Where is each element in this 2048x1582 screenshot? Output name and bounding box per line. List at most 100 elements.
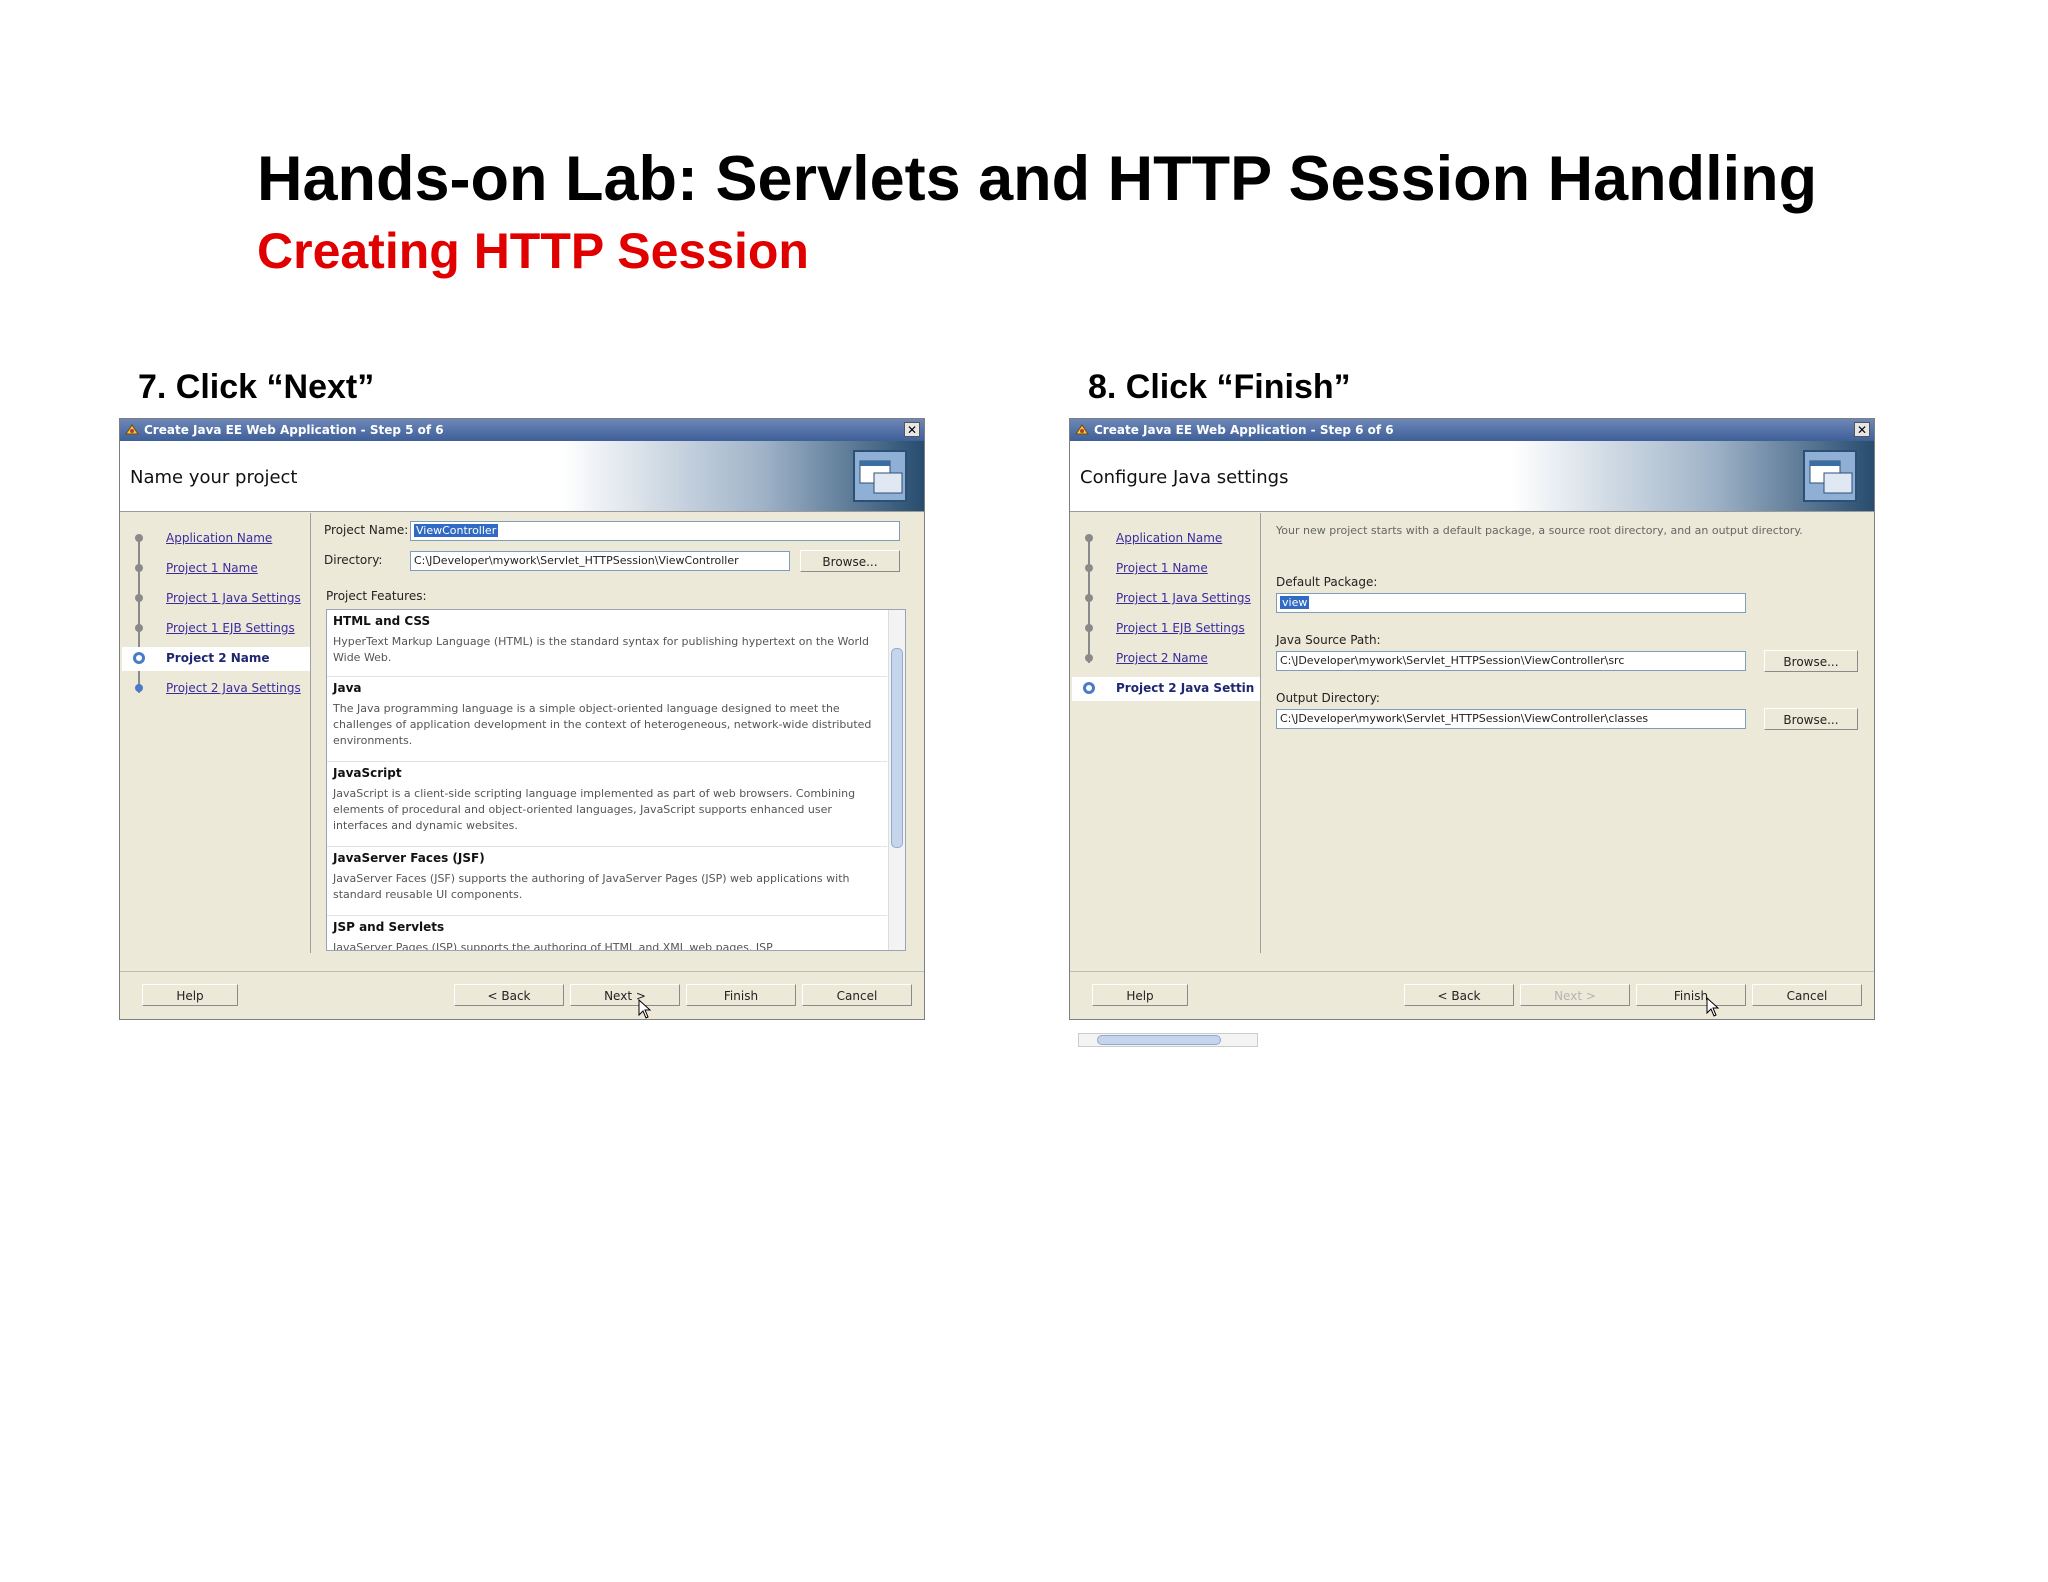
- browse-button[interactable]: Browse...: [800, 550, 900, 572]
- wizard-dialog-step-5: Create Java EE Web Application - Step 5 …: [119, 418, 925, 1020]
- nav-step-project-1-java-settings[interactable]: Project 1 Java Settings: [132, 587, 310, 611]
- nav-step-label: Application Name: [1116, 531, 1223, 545]
- nav-horizontal-scrollbar[interactable]: [1078, 1033, 1258, 1047]
- nav-step-project-1-name[interactable]: Project 1 Name: [132, 557, 310, 581]
- wizard-page-title: Configure Java settings: [1080, 467, 1289, 488]
- nav-step-label: Project 2 Name: [166, 651, 270, 665]
- feature-item-html-css[interactable]: HTML and CSS HyperText Markup Language (…: [327, 610, 887, 677]
- nav-step-label: Project 1 Name: [166, 561, 258, 575]
- feature-description: JavaScript is a client-side scripting la…: [333, 787, 856, 832]
- default-package-input[interactable]: view: [1276, 593, 1746, 613]
- back-button[interactable]: < Back: [454, 984, 564, 1006]
- feature-item-java[interactable]: Java The Java programming language is a …: [327, 677, 887, 762]
- feature-description: JavaServer Faces (JSF) supports the auth…: [333, 872, 850, 901]
- nav-step-project-1-ejb-settings[interactable]: Project 1 EJB Settings: [1082, 617, 1260, 641]
- java-source-path-input[interactable]: C:\JDeveloper\mywork\Servlet_HTTPSession…: [1276, 651, 1746, 671]
- browse-source-button[interactable]: Browse...: [1764, 650, 1858, 672]
- directory-input[interactable]: C:\JDeveloper\mywork\Servlet_HTTPSession…: [410, 551, 790, 571]
- finish-button[interactable]: Finish: [1636, 984, 1746, 1006]
- title-bar[interactable]: Create Java EE Web Application - Step 5 …: [120, 419, 924, 441]
- output-directory-label: Output Directory:: [1276, 691, 1380, 705]
- nav-step-project-2-java-settings[interactable]: Project 2 Java Settin: [1072, 677, 1260, 701]
- next-button[interactable]: Next >: [1520, 984, 1630, 1006]
- output-directory-value: C:\JDeveloper\mywork\Servlet_HTTPSession…: [1280, 712, 1649, 725]
- browse-output-button[interactable]: Browse...: [1764, 708, 1858, 730]
- mouse-cursor-icon: [638, 999, 652, 1019]
- step-done-icon: [1085, 624, 1093, 632]
- step-7-label: 7. Click “Next”: [138, 368, 375, 406]
- step-done-icon: [135, 624, 143, 632]
- default-package-value: view: [1280, 596, 1310, 609]
- wizard-banner-icon: [853, 450, 907, 502]
- scrollbar-thumb[interactable]: [891, 648, 903, 848]
- close-icon: ✕: [1856, 423, 1868, 437]
- next-button[interactable]: Next >: [570, 984, 680, 1006]
- nav-step-project-2-name[interactable]: Project 2 Name: [1082, 647, 1260, 671]
- settings-intro-text: Your new project starts with a default p…: [1276, 524, 1803, 537]
- feature-name: Java: [333, 681, 362, 695]
- wizard-dialog-step-6: Create Java EE Web Application - Step 6 …: [1069, 418, 1875, 1047]
- step-done-icon: [135, 564, 143, 572]
- wizard-header: Configure Java settings: [1070, 441, 1874, 512]
- nav-step-label: Project 1 Name: [1116, 561, 1208, 575]
- nav-step-project-2-java-settings[interactable]: Project 2 Java Settings: [132, 677, 310, 701]
- nav-step-label: Project 2 Java Settings: [166, 681, 301, 695]
- wizard-banner-icon: [1803, 450, 1857, 502]
- cancel-button[interactable]: Cancel: [802, 984, 912, 1006]
- back-button[interactable]: < Back: [1404, 984, 1514, 1006]
- nav-step-project-1-name[interactable]: Project 1 Name: [1082, 557, 1260, 581]
- step-current-icon: [1083, 682, 1095, 694]
- nav-step-label: Project 1 EJB Settings: [166, 621, 295, 635]
- nav-step-application-name[interactable]: Application Name: [1082, 527, 1260, 551]
- finish-button[interactable]: Finish: [686, 984, 796, 1006]
- feature-item-jsp-servlets[interactable]: JSP and Servlets JavaServer Pages (JSP) …: [327, 916, 887, 950]
- nav-step-project-1-ejb-settings[interactable]: Project 1 EJB Settings: [132, 617, 310, 641]
- java-source-path-value: C:\JDeveloper\mywork\Servlet_HTTPSession…: [1280, 654, 1625, 667]
- jdeveloper-icon: [125, 424, 139, 435]
- nav-step-project-2-name[interactable]: Project 2 Name: [122, 647, 310, 671]
- close-button[interactable]: ✕: [904, 422, 920, 437]
- step-done-icon: [1085, 594, 1093, 602]
- step-done-icon: [1085, 534, 1093, 542]
- java-source-path-label: Java Source Path:: [1276, 633, 1381, 647]
- step-done-icon: [135, 534, 143, 542]
- nav-step-label: Project 1 EJB Settings: [1116, 621, 1245, 635]
- directory-label: Directory:: [324, 553, 383, 567]
- wizard-button-bar: Help < Back Next > Finish Cancel: [120, 971, 924, 1020]
- nav-step-application-name[interactable]: Application Name: [132, 527, 310, 551]
- default-package-label: Default Package:: [1276, 575, 1378, 589]
- wizard-header: Name your project: [120, 441, 924, 512]
- title-bar[interactable]: Create Java EE Web Application - Step 6 …: [1070, 419, 1874, 441]
- step-done-icon: [1085, 564, 1093, 572]
- feature-name: HTML and CSS: [333, 614, 431, 628]
- project-name-input[interactable]: ViewController: [410, 521, 900, 541]
- project-name-value: ViewController: [414, 524, 499, 537]
- close-button[interactable]: ✕: [1854, 422, 1870, 437]
- step-done-icon: [1085, 654, 1093, 662]
- project-features-list[interactable]: HTML and CSS HyperText Markup Language (…: [326, 609, 906, 951]
- feature-item-jsf[interactable]: JavaServer Faces (JSF) JavaServer Faces …: [327, 847, 887, 916]
- nav-step-project-1-java-settings[interactable]: Project 1 Java Settings: [1082, 587, 1260, 611]
- help-button[interactable]: Help: [1092, 984, 1188, 1006]
- mouse-cursor-icon: [1706, 997, 1720, 1017]
- features-scrollbar[interactable]: [888, 610, 905, 950]
- step-8-label: 8. Click “Finish”: [1088, 368, 1351, 406]
- feature-name: JSP and Servlets: [333, 920, 445, 934]
- feature-item-javascript[interactable]: JavaScript JavaScript is a client-side s…: [327, 762, 887, 847]
- cancel-button[interactable]: Cancel: [1752, 984, 1862, 1006]
- feature-name: JavaScript: [333, 766, 402, 780]
- window-title: Create Java EE Web Application - Step 6 …: [1094, 423, 1394, 437]
- feature-description: HyperText Markup Language (HTML) is the …: [333, 635, 870, 664]
- step-current-icon: [133, 652, 145, 664]
- output-directory-input[interactable]: C:\JDeveloper\mywork\Servlet_HTTPSession…: [1276, 709, 1746, 729]
- step-done-icon: [135, 594, 143, 602]
- wizard-content: Your new project starts with a default p…: [1268, 519, 1864, 949]
- wizard-button-bar: Help < Back Next > Finish Cancel: [1070, 971, 1874, 1020]
- nav-step-label: Application Name: [166, 531, 273, 545]
- feature-description: The Java programming language is a simpl…: [333, 702, 872, 747]
- scrollbar-thumb[interactable]: [1097, 1035, 1221, 1045]
- step-pending-icon: [135, 684, 143, 692]
- help-button[interactable]: Help: [142, 984, 238, 1006]
- nav-step-label: Project 1 Java Settings: [166, 591, 301, 605]
- wizard-steps-nav: Application Name Project 1 Name Project …: [1072, 513, 1261, 1047]
